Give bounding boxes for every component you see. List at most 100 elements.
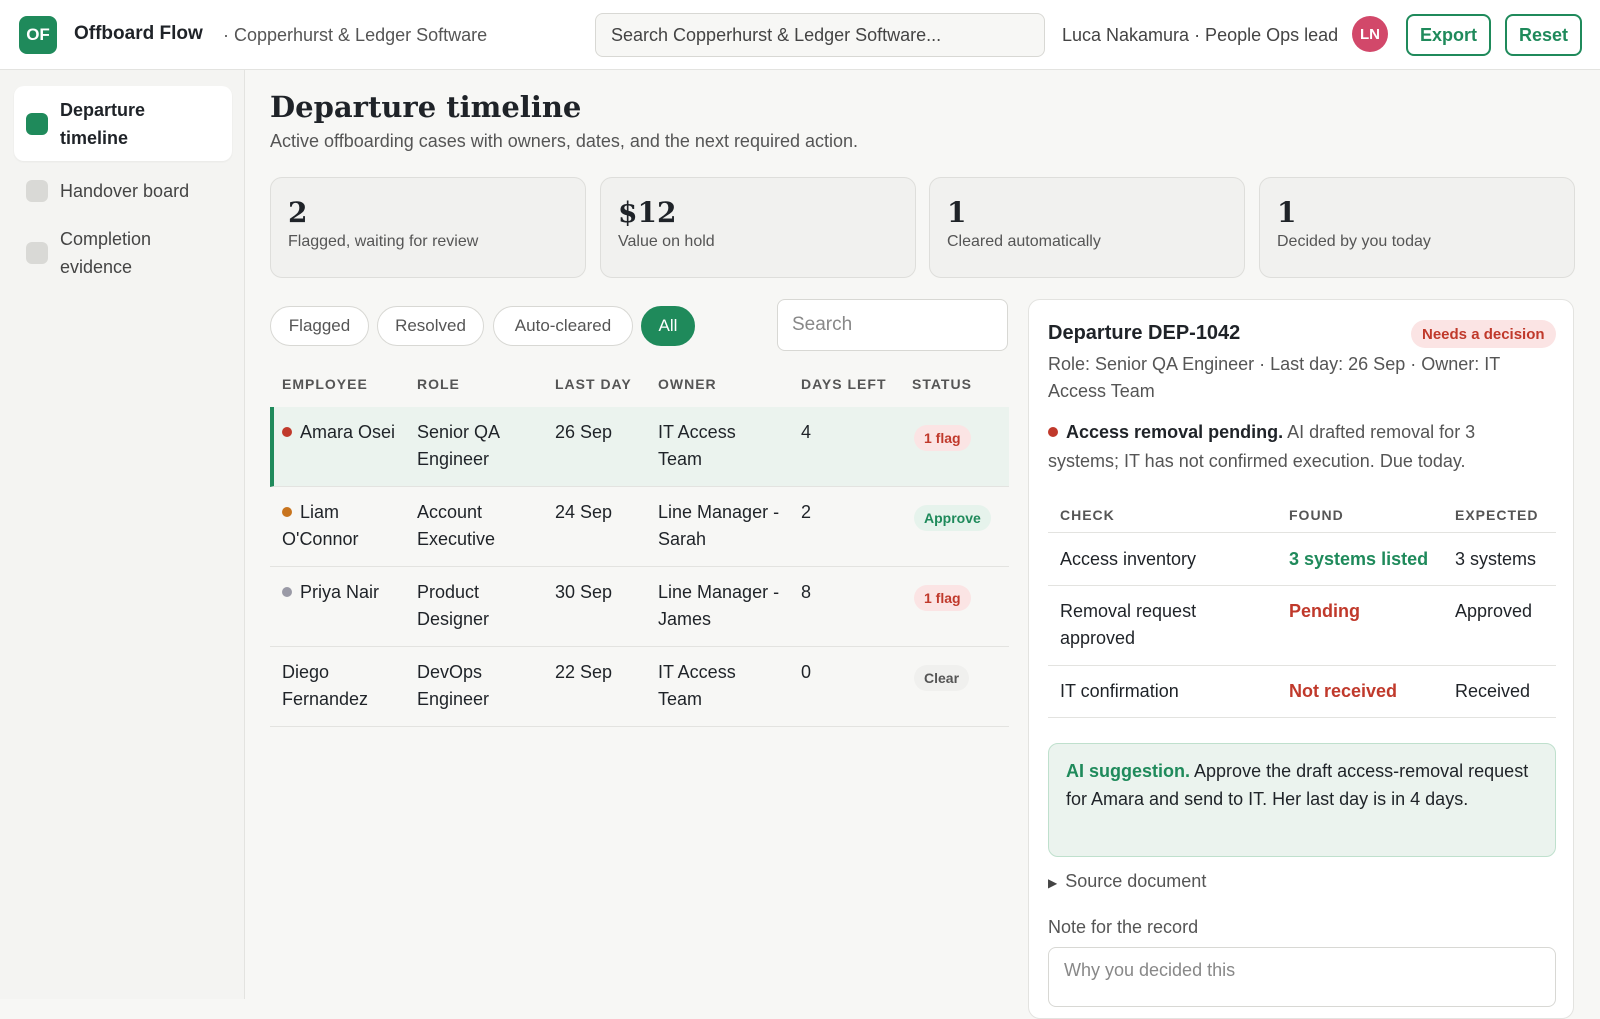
- last-day-cell: 22 Sep: [555, 662, 613, 682]
- employee-cell: Priya Nair: [282, 579, 407, 606]
- check-name: IT confirmation: [1060, 681, 1179, 701]
- table-row[interactable]: Priya Nair Product Designer 30 Sep Line …: [270, 567, 1009, 647]
- page-title: Departure timeline: [270, 90, 582, 124]
- owner-cell: Line Manager - Sarah: [658, 502, 780, 549]
- last-day-cell: 26 Sep: [555, 422, 613, 442]
- stat-card: 2 Flagged, waiting for review: [270, 177, 586, 278]
- check-expected: 3 systems: [1455, 549, 1537, 569]
- alert-text: Access removal pending. AI drafted remov…: [1048, 418, 1548, 476]
- column-header[interactable]: OWNER: [658, 376, 717, 392]
- decision-badge: Needs a decision: [1411, 320, 1556, 348]
- check-found: 3 systems listed: [1289, 549, 1429, 569]
- stat-value: 2: [288, 196, 308, 229]
- page-subtitle: Active offboarding cases with owners, da…: [270, 131, 859, 151]
- app-logo[interactable]: OF: [19, 16, 57, 54]
- role-cell: Senior QA Engineer: [417, 422, 500, 469]
- app-name: Offboard Flow: [74, 23, 203, 44]
- status-dot: [282, 427, 292, 437]
- org-name: · Copperhurst & Ledger Software: [223, 25, 488, 45]
- source-document-toggle[interactable]: ▶ Source document: [1048, 871, 1206, 892]
- status-badge: 1 flag: [914, 425, 971, 451]
- column-header[interactable]: ROLE: [417, 376, 460, 392]
- employee-name: Priya Nair: [300, 582, 380, 602]
- filter-flagged[interactable]: Flagged: [270, 306, 369, 346]
- owner-cell: IT Access Team: [658, 662, 736, 709]
- employee-cell: Diego Fernandez: [282, 662, 369, 709]
- source-document-label: Source document: [1065, 871, 1207, 891]
- stat-value: 1: [947, 196, 967, 229]
- role-cell: Account Executive: [417, 502, 496, 549]
- role-cell: Product Designer: [417, 582, 490, 629]
- stat-label: Value on hold: [618, 233, 715, 250]
- check-row: Removal request approved Pending Approve…: [1048, 586, 1556, 666]
- owner-cell: Line Manager - James: [658, 582, 780, 629]
- check-found: Not received: [1289, 681, 1398, 701]
- table-row[interactable]: Amara Osei Senior QA Engineer 26 Sep IT …: [270, 407, 1009, 487]
- expected-header: EXPECTED: [1455, 507, 1539, 523]
- stat-label: Flagged, waiting for review: [288, 233, 479, 250]
- avatar[interactable]: LN: [1352, 16, 1388, 52]
- last-day-cell: 30 Sep: [555, 582, 613, 602]
- nav-square-icon: [26, 112, 48, 135]
- table-row[interactable]: Diego Fernandez DevOps Engineer 22 Sep I…: [270, 647, 1009, 727]
- check-header: CHECK: [1060, 507, 1115, 523]
- status-badge: Clear: [914, 665, 970, 691]
- sidebar-item-departure-timeline[interactable]: Departure timeline: [14, 86, 232, 161]
- status-dot: [282, 507, 292, 517]
- filter-resolved[interactable]: Resolved: [377, 306, 484, 346]
- note-label: Note for the record: [1048, 917, 1199, 937]
- reset-button[interactable]: Reset: [1505, 14, 1582, 56]
- sidebar-item-handover-board[interactable]: Handover board: [14, 170, 232, 212]
- check-name: Removal request approved: [1060, 601, 1197, 648]
- status-dot: [282, 587, 292, 597]
- nav-square-icon: [26, 242, 48, 264]
- stat-card: 1 Decided by you today: [1259, 177, 1575, 278]
- days-left-cell: 2: [801, 502, 812, 522]
- detail-meta: Role: Senior QA Engineer · Last day: 26 …: [1048, 354, 1500, 401]
- note-textarea[interactable]: Why you decided this: [1048, 947, 1556, 1007]
- sidebar-item-completion-evidence[interactable]: Completion evidence: [14, 218, 232, 288]
- column-header[interactable]: STATUS: [912, 376, 972, 392]
- top-bar: OF Offboard Flow · Copperhurst & Ledger …: [0, 0, 1600, 70]
- stat-label: Cleared automatically: [947, 233, 1101, 250]
- status-badge: 1 flag: [914, 585, 971, 611]
- detail-panel: Departure DEP-1042 Needs a decision Role…: [1028, 299, 1574, 1019]
- stat-value: 1: [1277, 196, 1297, 229]
- triangle-right-icon: ▶: [1048, 876, 1058, 890]
- sidebar-item-label: Handover board: [60, 181, 190, 201]
- detail-title: Departure DEP-1042: [1048, 322, 1241, 344]
- alert-dot-icon: [1048, 427, 1058, 437]
- stat-label: Decided by you today: [1277, 233, 1431, 250]
- employee-cell: Liam O'Connor: [282, 499, 407, 553]
- user-name: Luca Nakamura · People Ops lead: [1062, 25, 1339, 45]
- check-row: Access inventory 3 systems listed 3 syst…: [1048, 533, 1556, 586]
- check-name: Access inventory: [1060, 549, 1197, 569]
- employee-name: Amara Osei: [300, 422, 396, 442]
- check-expected: Approved: [1455, 601, 1533, 621]
- status-badge[interactable]: Approve: [914, 505, 991, 531]
- days-left-cell: 4: [801, 422, 812, 442]
- sidebar-item-label: Completion evidence: [60, 229, 152, 277]
- export-button[interactable]: Export: [1406, 14, 1491, 56]
- sidebar-item-label: Departure timeline: [60, 99, 146, 148]
- column-header[interactable]: DAYS LEFT: [801, 376, 887, 392]
- table-row[interactable]: Liam O'Connor Account Executive 24 Sep L…: [270, 487, 1009, 567]
- check-found: Pending: [1289, 601, 1360, 621]
- filter-auto-cleared[interactable]: Auto-cleared: [493, 306, 633, 346]
- table-search-input[interactable]: Search: [777, 299, 1008, 351]
- found-header: FOUND: [1289, 507, 1344, 523]
- global-search-input[interactable]: Search Copperhurst & Ledger Software...: [595, 13, 1045, 57]
- owner-cell: IT Access Team: [658, 422, 736, 469]
- stat-card: 1 Cleared automatically: [929, 177, 1245, 278]
- nav-square-icon: [26, 180, 48, 202]
- filter-all[interactable]: All: [641, 306, 695, 346]
- days-left-cell: 0: [801, 662, 812, 682]
- column-header[interactable]: EMPLOYEE: [282, 376, 368, 392]
- ai-suggestion-label: AI suggestion.: [1066, 761, 1191, 781]
- column-header[interactable]: LAST DAY: [555, 376, 632, 392]
- employee-name: Liam O'Connor: [282, 502, 359, 549]
- check-row: IT confirmation Not received Received: [1048, 666, 1556, 718]
- check-expected: Received: [1455, 681, 1531, 701]
- role-cell: DevOps Engineer: [417, 662, 490, 709]
- stat-card: $12 Value on hold: [600, 177, 916, 278]
